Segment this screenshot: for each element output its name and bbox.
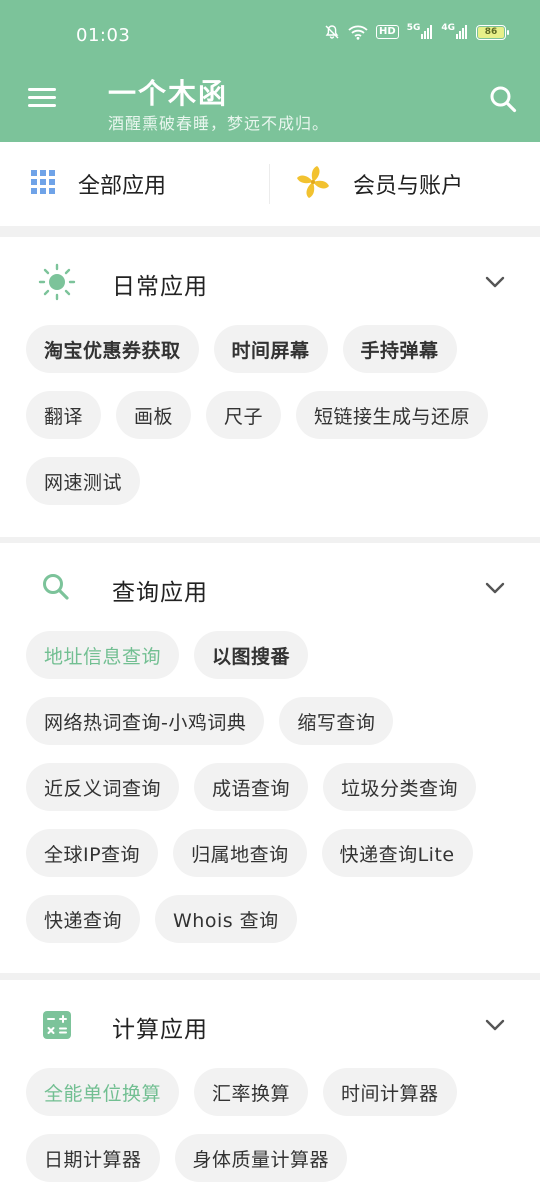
bell-off-icon: [324, 24, 340, 40]
chip-list: 淘宝优惠券获取 时间屏幕 手持弹幕 翻译 画板 尺子 短链接生成与还原 网速测试: [0, 325, 540, 523]
chip-short-link[interactable]: 短链接生成与还原: [296, 391, 489, 439]
chip-ruler[interactable]: 尺子: [206, 391, 282, 439]
menu-icon[interactable]: [28, 86, 58, 110]
section-title: 查询应用: [112, 580, 208, 606]
section-header[interactable]: 计算应用: [0, 980, 540, 1068]
search-icon: [38, 569, 76, 607]
section-header[interactable]: 查询应用: [0, 543, 540, 631]
chip-express-lite[interactable]: 快递查询Lite: [321, 829, 473, 877]
chip-taobao-coupon[interactable]: 淘宝优惠券获取: [26, 325, 199, 373]
section-query: 查询应用 地址信息查询 以图搜番 网络热词查询-小鸡词典 缩写查询 近反义词查询…: [0, 543, 540, 973]
pinwheel-icon: [295, 164, 331, 204]
4g-label: 4G: [441, 23, 455, 33]
chip-garbage-sort[interactable]: 垃圾分类查询: [323, 763, 477, 811]
chip-handheld-danmaku[interactable]: 手持弹幕: [342, 325, 457, 373]
chip-slang-dictionary[interactable]: 网络热词查询-小鸡词典: [26, 697, 265, 745]
5g-signal-icon: 5G: [407, 24, 434, 40]
chip-image-anime-search[interactable]: 以图搜番: [194, 631, 309, 679]
chip-express[interactable]: 快递查询: [26, 895, 141, 943]
membership-label: 会员与账户: [353, 174, 464, 199]
chip-global-ip[interactable]: 全球IP查询: [26, 829, 159, 877]
status-bar: 01:03 HD 5G 4G 86: [0, 0, 540, 70]
chip-idiom[interactable]: 成语查询: [194, 763, 309, 811]
chip-exchange-rate[interactable]: 汇率换算: [194, 1068, 309, 1116]
chip-date-calculator[interactable]: 日期计算器: [26, 1134, 160, 1182]
chip-translate[interactable]: 翻译: [26, 391, 102, 439]
battery-icon: 86: [476, 24, 509, 40]
calculator-icon: [38, 1006, 76, 1044]
membership-button[interactable]: 会员与账户: [270, 142, 540, 226]
chip-address-lookup[interactable]: 地址信息查询: [26, 631, 180, 679]
chip-time-calculator[interactable]: 时间计算器: [323, 1068, 457, 1116]
section-title: 日常应用: [112, 274, 208, 300]
hd-icon: HD: [376, 25, 399, 39]
chip-bmi-calculator[interactable]: 身体质量计算器: [174, 1134, 348, 1182]
chip-list: 地址信息查询 以图搜番 网络热词查询-小鸡词典 缩写查询 近反义词查询 成语查询…: [0, 631, 540, 961]
status-icons: HD 5G 4G 86: [324, 24, 509, 40]
status-time: 01:03: [76, 25, 131, 46]
chip-speed-test[interactable]: 网速测试: [26, 457, 141, 505]
wifi-icon: [348, 24, 368, 40]
grid-icon: [30, 169, 56, 199]
app-title: 一个木函: [108, 77, 229, 110]
section-calculation: 计算应用 全能单位换算 汇率换算 时间计算器 日期计算器 身体质量计算器: [0, 980, 540, 1200]
chevron-down-icon[interactable]: [484, 271, 506, 293]
chip-time-screen[interactable]: 时间屏幕: [213, 325, 328, 373]
all-apps-button[interactable]: 全部应用: [0, 142, 270, 226]
chevron-down-icon[interactable]: [484, 577, 506, 599]
4g-signal-icon: 4G: [441, 24, 468, 40]
app-subtitle: 酒醒熏破春睡，梦远不成归。: [108, 114, 330, 133]
quick-nav: 全部应用 会员与账户: [0, 142, 540, 226]
section-daily: 日常应用 淘宝优惠券获取 时间屏幕 手持弹幕 翻译 画板 尺子 短链接生成与还原…: [0, 237, 540, 537]
chip-drawing-board[interactable]: 画板: [116, 391, 192, 439]
section-header[interactable]: 日常应用: [0, 237, 540, 325]
section-title: 计算应用: [112, 1017, 208, 1043]
chip-abbreviation[interactable]: 缩写查询: [279, 697, 394, 745]
search-icon[interactable]: [488, 84, 518, 114]
battery-level: 86: [478, 26, 504, 38]
all-apps-label: 全部应用: [78, 174, 167, 199]
chip-synonym[interactable]: 近反义词查询: [26, 763, 180, 811]
chevron-down-icon[interactable]: [484, 1014, 506, 1036]
chip-whois[interactable]: Whois 查询: [155, 895, 297, 943]
chip-list: 全能单位换算 汇率换算 时间计算器 日期计算器 身体质量计算器: [0, 1068, 540, 1200]
sun-icon: [38, 263, 76, 301]
chip-phone-location[interactable]: 归属地查询: [173, 829, 307, 877]
chip-unit-convert[interactable]: 全能单位换算: [26, 1068, 180, 1116]
app-header: 01:03 HD 5G 4G 86 一个木函 酒醒熏破春睡，梦远不成归。: [0, 0, 540, 142]
5g-label: 5G: [406, 23, 421, 33]
